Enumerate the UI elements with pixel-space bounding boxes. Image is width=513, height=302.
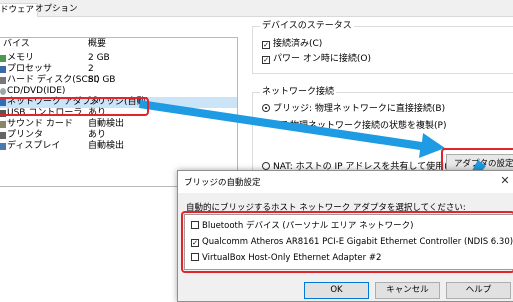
checkbox-icon bbox=[279, 121, 287, 129]
memory-icon bbox=[0, 55, 6, 62]
sound-icon bbox=[0, 121, 6, 128]
dialog-titlebar: ブリッジの自動設定 ✕ bbox=[178, 171, 513, 193]
harddisk-icon bbox=[0, 77, 6, 84]
checkmark-icon: ✓ bbox=[262, 41, 270, 49]
column-header-device: バイス bbox=[3, 39, 30, 49]
connected-label: 接続済み(C) bbox=[273, 39, 323, 49]
close-icon[interactable]: ✕ bbox=[498, 174, 512, 188]
column-header-summary: 概要 bbox=[88, 39, 107, 49]
radio-selected-icon bbox=[262, 104, 270, 112]
processor-icon bbox=[0, 66, 6, 73]
help-button[interactable]: ヘルプ bbox=[446, 282, 511, 299]
device-row-sound[interactable]: サウンド カード 自動検出 bbox=[0, 119, 237, 130]
printer-icon bbox=[0, 132, 6, 139]
device-status-title: デバイスのステータス bbox=[260, 21, 354, 32]
device-summary: 2 GB bbox=[88, 53, 110, 63]
device-row-processor[interactable]: プロセッサ 2 bbox=[0, 64, 237, 75]
device-row-display[interactable]: ディスプレイ 自動検出 bbox=[0, 141, 237, 152]
device-summary: 80 GB bbox=[88, 75, 116, 85]
cancel-button[interactable]: キャンセル bbox=[375, 282, 440, 299]
bridged-label: ブリッジ: 物理ネットワークに直接接続(B) bbox=[273, 104, 446, 114]
checkmark-icon: ✓ bbox=[262, 56, 270, 64]
device-summary: 自動検出 bbox=[88, 119, 125, 129]
tab-strip: ドウェア オプション bbox=[0, 0, 513, 17]
device-summary: 自動検出 bbox=[88, 141, 125, 151]
device-name: プロセッサ bbox=[7, 64, 53, 74]
cd-dvd-icon bbox=[0, 88, 6, 95]
device-name: プリンタ bbox=[7, 130, 44, 140]
connect-at-power-on-label: パワー オン時に接続(O) bbox=[273, 54, 371, 64]
replicate-state-label: 物理ネットワーク接続の状態を複製(P) bbox=[290, 121, 447, 131]
device-row-harddisk[interactable]: ハード ディスク(SCSI) 80 GB bbox=[0, 75, 237, 86]
dialog-title: ブリッジの自動設定 bbox=[184, 178, 261, 188]
display-icon bbox=[0, 143, 6, 150]
ok-button[interactable]: OK bbox=[304, 282, 369, 299]
device-row-printer[interactable]: プリンタ あり bbox=[0, 130, 237, 141]
device-name: ディスプレイ bbox=[7, 141, 61, 151]
device-name: ハード ディスク(SCSI) bbox=[7, 75, 100, 85]
replicate-state-checkbox[interactable]: 物理ネットワーク接続の状態を複製(P) bbox=[279, 120, 446, 132]
device-status-group: デバイスのステータス ✓ 接続済み(C) ✓ パワー オン時に接続(O) bbox=[252, 21, 513, 74]
device-summary: 2 bbox=[88, 64, 94, 74]
highlight-adapter-list bbox=[181, 211, 513, 273]
connect-at-power-on-checkbox[interactable]: ✓ パワー オン時に接続(O) bbox=[262, 53, 371, 65]
connected-checkbox[interactable]: ✓ 接続済み(C) bbox=[262, 38, 322, 50]
highlight-network-adapter-row bbox=[0, 97, 149, 116]
network-connection-title: ネットワーク接続 bbox=[260, 87, 337, 98]
device-name: サウンド カード bbox=[7, 119, 73, 129]
device-summary: あり bbox=[88, 130, 107, 140]
device-name: メモリ bbox=[7, 53, 35, 63]
tab-options[interactable]: オプション bbox=[32, 3, 81, 17]
bridged-radio[interactable]: ブリッジ: 物理ネットワークに直接接続(B) bbox=[262, 103, 445, 115]
device-row-cd-dvd[interactable]: CD/DVD(IDE) bbox=[0, 86, 237, 97]
device-row-memory[interactable]: メモリ 2 GB bbox=[0, 53, 237, 64]
device-list-header: バイス 概要 bbox=[0, 38, 237, 51]
device-name: CD/DVD(IDE) bbox=[7, 86, 66, 96]
radio-icon bbox=[262, 162, 270, 170]
